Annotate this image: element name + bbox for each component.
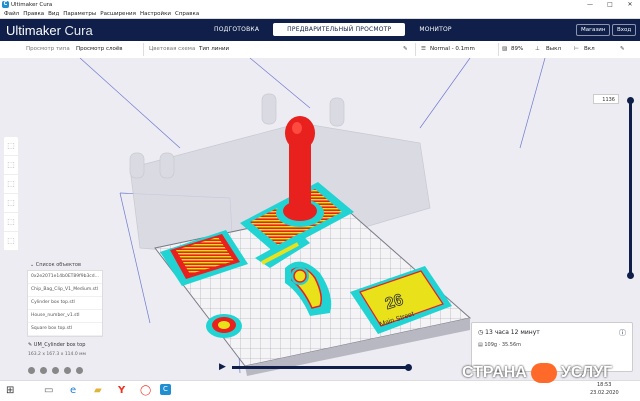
list-item[interactable]: House_number_v1.stl	[28, 310, 102, 323]
view-front-icon[interactable]	[40, 367, 47, 374]
tool-panel: ⬚ ⬚ ⬚ ⬚ ⬚ ⬚	[4, 137, 18, 251]
list-item[interactable]: Cylinder box top.stl	[28, 297, 102, 310]
divider	[415, 43, 416, 56]
adhesion-icon: ⊢	[574, 46, 579, 52]
adhesion-setting[interactable]: Вкл	[584, 41, 595, 58]
menu-file[interactable]: Файл	[4, 11, 19, 17]
selected-object: ✎ UM_Cylinder box top	[28, 342, 85, 348]
layer-number-field[interactable]: 1136	[593, 94, 619, 104]
support-icon: ⊥	[535, 46, 540, 52]
folder-icon[interactable]: ▰	[94, 385, 102, 396]
support-blocker-icon[interactable]: ⬚	[4, 232, 18, 251]
tab-preview[interactable]: ПРЕДВАРИТЕЛЬНЫЙ ПРОСМОТР	[273, 23, 406, 36]
cura-app-icon: C	[2, 1, 9, 8]
watermark-left: СТРАНА	[462, 364, 527, 381]
infill-icon: ▨	[502, 46, 508, 52]
edit-settings-icon[interactable]: ✎	[620, 41, 625, 58]
profile-icon: ☰	[421, 46, 426, 52]
layer-slider-bottom-handle[interactable]	[627, 272, 634, 279]
handshake-logo-icon	[530, 363, 557, 383]
list-item[interactable]: 0x2e2071e14b0ET89f9b3cd...	[28, 271, 102, 284]
watermark: СТРАНА УСЛУГ	[462, 358, 624, 388]
list-item[interactable]: Square box top.stl	[28, 323, 102, 336]
selected-object-name: UM_Cylinder box top	[33, 342, 86, 348]
move-tool-icon[interactable]: ⬚	[4, 137, 18, 156]
title-bar: C Ultimaker Cura — □ ✕	[0, 0, 640, 9]
divider	[498, 43, 499, 56]
edge-icon[interactable]: e	[70, 385, 76, 396]
watermark-right: УСЛУГ	[560, 364, 613, 381]
info-icon[interactable]: ⓘ	[619, 328, 626, 338]
print-time: 13 часа 12 минут	[485, 329, 540, 336]
brand-light: Cura	[64, 22, 93, 38]
close-button[interactable]: ✕	[620, 0, 640, 9]
brand-bold: Ultimaker	[6, 22, 61, 38]
menu-bar: Файл Правка Вид Параметры Расширения Нас…	[0, 9, 640, 19]
view-type-value: Просмотр слоёв	[76, 46, 123, 52]
yandex-browser-icon[interactable]: Y	[118, 385, 125, 396]
divider	[143, 43, 144, 56]
signin-button[interactable]: Вход	[612, 24, 637, 36]
mirror-tool-icon[interactable]: ⬚	[4, 194, 18, 213]
layer-slider-top-handle[interactable]	[627, 97, 634, 104]
rotate-tool-icon[interactable]: ⬚	[4, 175, 18, 194]
infill-value: 89%	[511, 46, 524, 52]
adhesion-value: Вкл	[584, 46, 595, 52]
edit-icon[interactable]: ✎	[403, 41, 408, 58]
brand-logo: Ultimaker Cura	[6, 23, 93, 38]
view-toolbar: Просмотр типа Просмотр слоёв Цветовая сх…	[0, 41, 640, 59]
view-right-icon[interactable]	[76, 367, 83, 374]
profile-value: Normal - 0.1mm	[430, 46, 475, 52]
object-dimensions: 163.2 x 167.3 x 114.0 мм	[28, 352, 86, 357]
object-list-header[interactable]: ⌄ Список объектов	[30, 262, 81, 268]
stage-tabs: ПОДГОТОВКА ПРЕДВАРИТЕЛЬНЫЙ ПРОСМОТР МОНИ…	[200, 23, 466, 36]
app-header: Ultimaker Cura ПОДГОТОВКА ПРЕДВАРИТЕЛЬНЫ…	[0, 19, 640, 41]
menu-preferences[interactable]: Настройки	[140, 11, 171, 17]
infill-setting[interactable]: 89%	[511, 41, 523, 58]
menu-settings[interactable]: Параметры	[63, 11, 96, 17]
opera-icon[interactable]: ◯	[140, 385, 151, 396]
color-scheme-value: Тип линии	[199, 46, 230, 52]
layer-slider-track[interactable]	[629, 100, 632, 276]
material-usage: 109g · 35.56m	[484, 342, 521, 348]
view-3d-icon[interactable]	[28, 367, 35, 374]
start-icon[interactable]: ⊞	[6, 385, 14, 396]
taskview-icon[interactable]: ▭	[44, 385, 53, 396]
object-actions	[28, 367, 88, 374]
play-icon[interactable]: ▶	[219, 362, 226, 372]
clock-date: 23.02.2020	[590, 390, 619, 396]
per-model-settings-icon[interactable]: ⬚	[4, 213, 18, 232]
view-left-icon[interactable]	[64, 367, 71, 374]
menu-view[interactable]: Вид	[48, 11, 59, 17]
view-type-label: Просмотр типа	[26, 46, 70, 52]
maximize-button[interactable]: □	[600, 0, 620, 9]
window-title: Ultimaker Cura	[11, 1, 53, 8]
marketplace-button[interactable]: Магазин	[576, 24, 611, 36]
support-value: Выкл	[546, 46, 561, 52]
menu-edit[interactable]: Правка	[23, 11, 44, 17]
minimize-button[interactable]: —	[580, 0, 600, 9]
material-row: ▤ 109g · 35.56m	[478, 342, 521, 348]
window-controls: — □ ✕	[580, 0, 640, 9]
tab-monitor[interactable]: МОНИТОР	[405, 23, 465, 36]
list-item[interactable]: Chip_Bag_Clip_V1_Medium.stl	[28, 284, 102, 297]
path-slider-track[interactable]	[232, 366, 408, 369]
object-list-title: Список объектов	[35, 262, 81, 268]
color-scheme-dropdown[interactable]: Тип линии	[199, 41, 229, 58]
print-profile[interactable]: Normal - 0.1mm	[430, 41, 475, 58]
cura-taskbar-icon[interactable]: C	[160, 384, 171, 395]
view-type-dropdown[interactable]: Просмотр слоёв	[76, 41, 123, 58]
print-time-row: ◷ 13 часа 12 минут	[478, 329, 540, 336]
view-top-icon[interactable]	[52, 367, 59, 374]
small-cylinder-model	[206, 314, 242, 338]
menu-help[interactable]: Справка	[175, 11, 199, 17]
object-list: 0x2e2071e14b0ET89f9b3cd... Chip_Bag_Clip…	[27, 270, 103, 337]
support-setting[interactable]: Выкл	[546, 41, 561, 58]
path-slider-handle[interactable]	[405, 364, 412, 371]
menu-extensions[interactable]: Расширения	[100, 11, 136, 17]
color-scheme-label: Цветовая схема	[149, 46, 196, 52]
tab-prepare[interactable]: ПОДГОТОВКА	[200, 23, 273, 36]
scale-tool-icon[interactable]: ⬚	[4, 156, 18, 175]
